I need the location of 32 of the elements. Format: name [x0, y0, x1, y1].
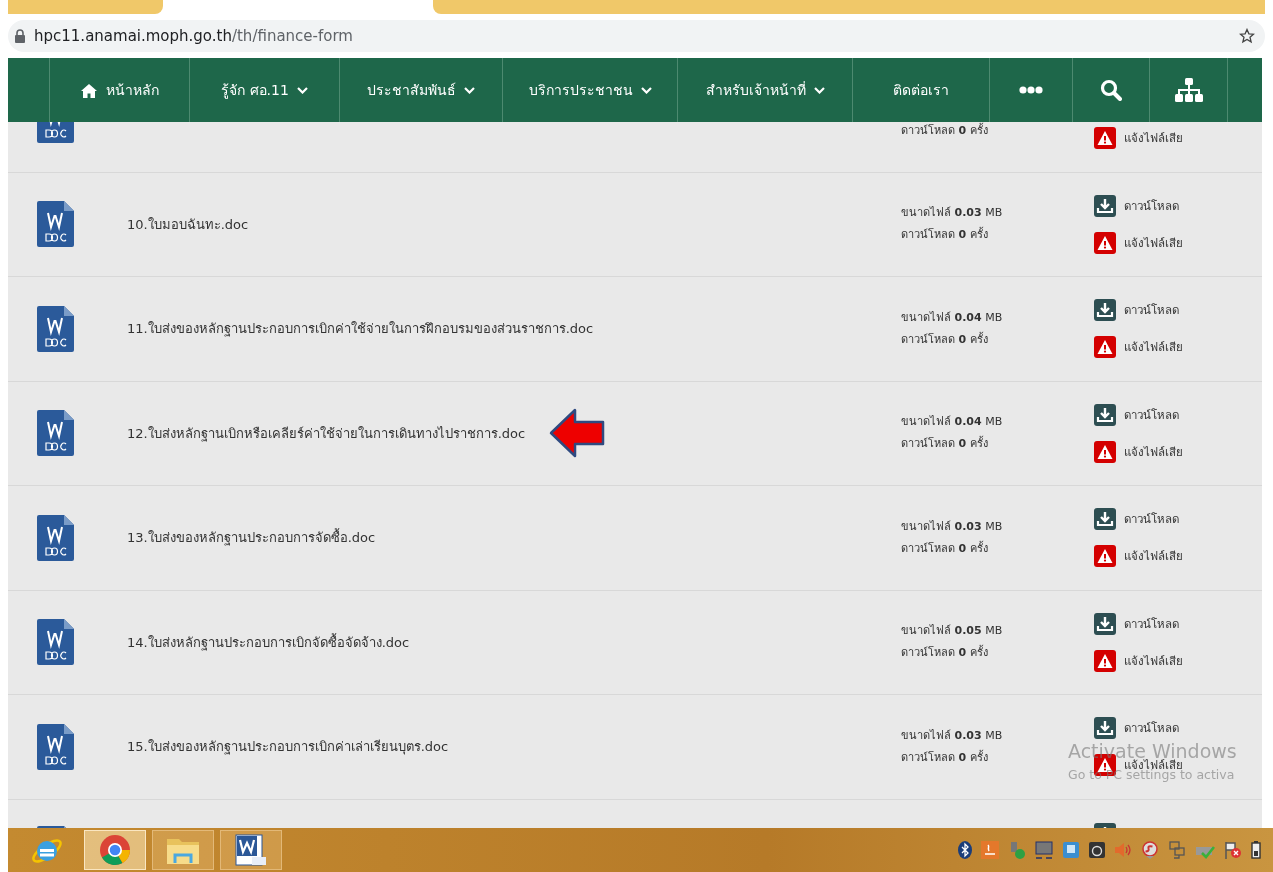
- download-count: ดาวน์โหลด 0 ครั้ง: [901, 540, 989, 557]
- download-count: ดาวน์โหลด 0 ครั้ง: [901, 435, 989, 453]
- file-size: ขนาดไฟล์ 0.05 MB: [901, 623, 1004, 640]
- download-link[interactable]: ดาวน์โหลด: [1124, 196, 1179, 215]
- download-link[interactable]: ดาวน์โหลด: [1124, 405, 1179, 424]
- file-size: ขนาดไฟล์ 0.03 MB: [901, 727, 1004, 744]
- file-link[interactable]: 14.ใบส่งหลักฐานประกอบการเบิกจัดซื้อจัดจ้าง.doc: [127, 631, 410, 653]
- url-text: hpc11.anamai.moph.go.th/th/finance-form: [34, 27, 353, 45]
- report-link[interactable]: แจ้งไฟล์เสีย: [1124, 651, 1183, 670]
- file-link[interactable]: 11.ใบส่งของหลักฐานประกอบการเบิกค่าใช้จ่ายในการฝึกอบรมของส่วนราชการ.doc: [127, 318, 594, 340]
- download-link[interactable]: ดาวน์โหลด: [1124, 301, 1179, 320]
- file-size: ขนาดไฟล์ 0.04 MB: [901, 309, 1004, 326]
- download-link[interactable]: ดาวน์โหลด: [1124, 510, 1179, 529]
- address-bar[interactable]: hpc11.anamai.moph.go.th/th/finance-form: [8, 20, 1265, 52]
- download-count: ดาวน์โหลด 0 ครั้ง: [901, 331, 989, 348]
- report-link[interactable]: แจ้งไฟล์เสีย: [1124, 338, 1183, 357]
- file-link[interactable]: 15.ใบส่งของหลักฐานประกอบการเบิกค่าเล่าเรียนบุตร.doc: [127, 736, 449, 758]
- file-size: ขนาดไฟล์ 0.03 MB: [901, 518, 1004, 535]
- download-count: ดาวน์โหลด 0 ครั้ง: [901, 122, 989, 139]
- report-link[interactable]: แจ้งไฟล์เสีย: [1124, 129, 1183, 148]
- file-link[interactable]: 12.ใบส่งหลักฐานเบิกหรือเคลียร์ค่าใช้จ่ายในการเดินทางไปราชการ.doc: [127, 422, 526, 444]
- report-link[interactable]: แจ้งไฟล์เสีย: [1124, 233, 1183, 252]
- report-link[interactable]: แจ้งไฟล์เสีย: [1124, 547, 1183, 566]
- file-size: ขนาดไฟล์ 0.04 MB: [901, 414, 1004, 431]
- download-link[interactable]: ดาวน์โหลด: [1124, 719, 1179, 738]
- download-link[interactable]: ดาวน์โหลด: [1124, 614, 1179, 633]
- file-link[interactable]: 13.ใบส่งของหลักฐานประกอบการจัดซื้อ.doc: [127, 527, 376, 549]
- report-link[interactable]: แจ้งไฟล์เสีย: [1124, 442, 1183, 461]
- download-count: ดาวน์โหลด 0 ครั้ง: [901, 226, 989, 244]
- file-size: ขนาดไฟล์ 0.03 MB: [901, 205, 1004, 222]
- download-count: ดาวน์โหลด 0 ครั้ง: [901, 644, 989, 662]
- file-link[interactable]: 10.ใบมอบฉันทะ.doc: [127, 213, 249, 235]
